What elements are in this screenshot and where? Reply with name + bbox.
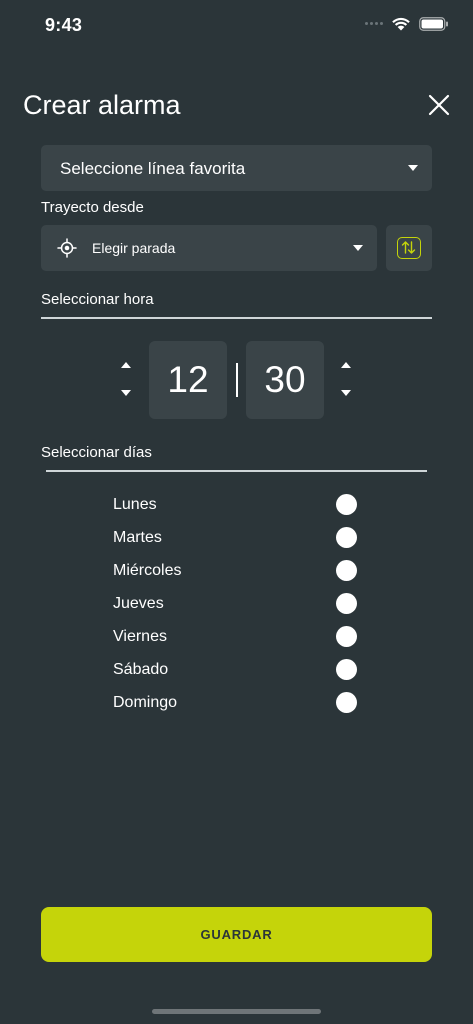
day-label: Domingo [113, 694, 178, 711]
minutes-value[interactable]: 30 [246, 341, 324, 419]
status-icons [365, 16, 449, 31]
day-row-domingo[interactable]: Domingo [113, 691, 363, 715]
save-button[interactable]: GUARDAR [41, 907, 432, 962]
day-row-jueves[interactable]: Jueves [113, 592, 363, 616]
day-radio[interactable] [336, 560, 357, 581]
minutes-up-arrow[interactable] [339, 360, 353, 370]
time-separator [236, 363, 238, 397]
divider [46, 470, 427, 472]
chevron-down-icon [408, 165, 418, 171]
day-radio[interactable] [336, 593, 357, 614]
day-label: Lunes [113, 496, 157, 513]
cellular-signal-icon [365, 22, 383, 25]
day-label: Viernes [113, 628, 167, 645]
divider [41, 317, 432, 319]
hours-value[interactable]: 12 [149, 341, 227, 419]
minutes-down-arrow[interactable] [339, 388, 353, 398]
days-label: Seleccionar días [41, 444, 152, 461]
favorite-line-select[interactable]: Seleccione línea favorita [41, 145, 432, 191]
route-label: Trayecto desde [41, 199, 144, 216]
day-radio[interactable] [336, 494, 357, 515]
location-target-icon [57, 238, 77, 258]
day-label: Miércoles [113, 562, 182, 579]
hours-up-arrow[interactable] [119, 360, 133, 370]
day-radio[interactable] [336, 527, 357, 548]
home-indicator [152, 1009, 321, 1014]
wifi-icon [392, 17, 410, 31]
status-bar: 9:43 [0, 0, 473, 52]
header: Crear alarma [0, 88, 473, 128]
close-icon[interactable] [426, 92, 452, 118]
swap-icon [397, 237, 421, 259]
hours-down-arrow[interactable] [119, 388, 133, 398]
day-row-martes[interactable]: Martes [113, 526, 363, 550]
chevron-down-icon [353, 245, 363, 251]
favorite-line-label: Seleccione línea favorita [60, 159, 246, 178]
day-label: Jueves [113, 595, 164, 612]
swap-direction-button[interactable] [386, 225, 432, 271]
day-radio[interactable] [336, 626, 357, 647]
page-title: Crear alarma [23, 90, 181, 120]
day-row-sabado[interactable]: Sábado [113, 658, 363, 682]
stop-select-label: Elegir parada [92, 240, 176, 256]
day-row-lunes[interactable]: Lunes [113, 493, 363, 517]
day-label: Sábado [113, 661, 169, 678]
day-row-miercoles[interactable]: Miércoles [113, 559, 363, 583]
day-label: Martes [113, 529, 162, 546]
status-time: 9:43 [45, 15, 83, 35]
day-radio[interactable] [336, 692, 357, 713]
battery-icon [419, 16, 448, 31]
day-row-viernes[interactable]: Viernes [113, 625, 363, 649]
time-label: Seleccionar hora [41, 291, 154, 308]
day-radio[interactable] [336, 659, 357, 680]
stop-select[interactable]: Elegir parada [41, 225, 377, 271]
